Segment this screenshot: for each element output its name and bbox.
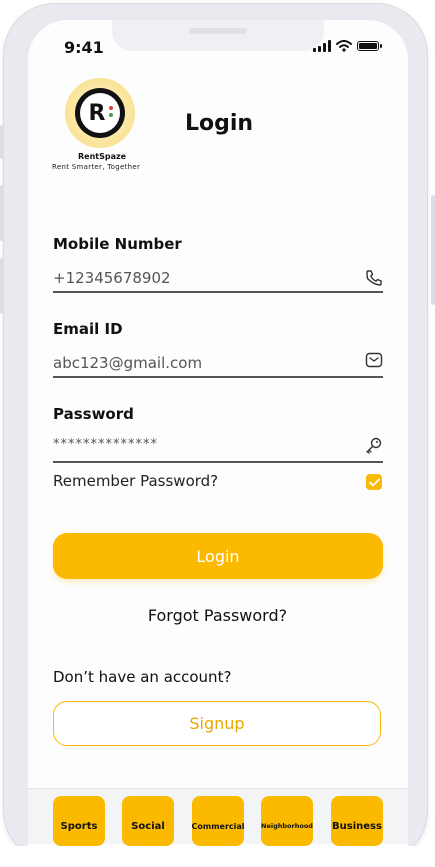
battery-icon xyxy=(357,41,382,51)
check-icon xyxy=(368,478,380,486)
password-label: Password xyxy=(53,405,134,423)
mail-icon xyxy=(365,352,383,368)
forgot-password-link[interactable]: Forgot Password? xyxy=(0,606,435,625)
signup-button[interactable]: Signup xyxy=(53,701,381,746)
power-button xyxy=(431,195,435,305)
email-label: Email ID xyxy=(53,320,123,338)
password-input[interactable]: ************** xyxy=(53,437,158,452)
volume-up-button xyxy=(0,185,4,241)
remember-password-checkbox[interactable] xyxy=(366,474,382,490)
bottom-edge xyxy=(0,846,435,867)
login-button[interactable]: Login xyxy=(53,533,383,579)
password-underline xyxy=(53,461,383,463)
brand-tagline: Rent Smarter, Together xyxy=(52,163,141,171)
mute-switch xyxy=(0,125,4,159)
speaker xyxy=(189,28,247,34)
email-input[interactable]: abc123@gmail.com xyxy=(53,354,202,372)
mobile-label: Mobile Number xyxy=(53,235,182,253)
phone-icon xyxy=(366,270,382,286)
signal-icon xyxy=(313,40,331,52)
status-time: 9:41 xyxy=(64,38,104,57)
volume-down-button xyxy=(0,258,4,314)
tab-business[interactable]: Business xyxy=(331,796,383,846)
tab-neighborhood[interactable]: Neighborhood xyxy=(261,796,313,846)
no-account-text: Don’t have an account? xyxy=(53,668,232,686)
brand-name: RentSpaze xyxy=(78,152,127,161)
mobile-input[interactable]: +12345678902 xyxy=(53,269,171,287)
tab-commercial[interactable]: Commercial xyxy=(192,796,244,846)
wifi-icon xyxy=(336,40,352,52)
status-icons xyxy=(313,40,382,52)
brand-logo: R xyxy=(65,78,135,148)
remember-password-label: Remember Password? xyxy=(53,472,219,490)
page-title: Login xyxy=(185,111,254,136)
email-underline xyxy=(53,376,383,378)
key-icon xyxy=(366,437,382,454)
mobile-underline xyxy=(53,291,383,293)
tab-social[interactable]: Social xyxy=(122,796,174,846)
tab-sports[interactable]: Sports xyxy=(53,796,105,846)
notch xyxy=(112,20,324,51)
